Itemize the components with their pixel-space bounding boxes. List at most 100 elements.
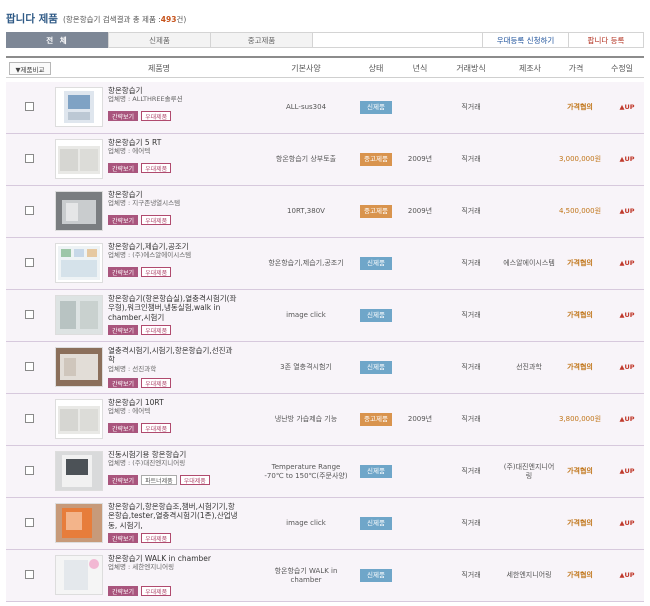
product-thumbnail[interactable]: [55, 139, 103, 179]
detail-button[interactable]: 간략보기: [108, 325, 139, 335]
detail-button[interactable]: 간략보기: [108, 111, 139, 121]
product-name[interactable]: 진동시험기용 항온항습기: [108, 450, 186, 459]
detail-button[interactable]: 간략보기: [108, 475, 139, 485]
up-button[interactable]: ▲UP: [619, 259, 634, 267]
detail-button[interactable]: 간략보기: [108, 423, 139, 433]
up-button[interactable]: ▲UP: [619, 103, 634, 111]
product-name[interactable]: 열충격시험기,시험기,항온항습기,선진과학: [108, 346, 232, 364]
table-row[interactable]: 항온항습기 업체명 : ALLTHREE솔루션 간략보기 우대제품 ALL-su…: [6, 82, 644, 134]
row-actions: 간략보기 우대제품: [108, 267, 172, 277]
maker: [501, 290, 557, 341]
preferred-button[interactable]: 우대제품: [141, 423, 172, 433]
product-thumbnail[interactable]: [55, 191, 103, 231]
compare-button[interactable]: ▼제품비교: [9, 62, 51, 75]
product-name[interactable]: 항온항습기,제습기,공조기: [108, 242, 189, 251]
product-spec: 10RT,380V: [287, 207, 325, 216]
row-checkbox[interactable]: [25, 362, 34, 371]
price-cell: 가격협의: [554, 82, 606, 133]
product-thumbnail[interactable]: [55, 399, 103, 439]
maker: [501, 82, 557, 133]
product-thumbnail[interactable]: [55, 87, 103, 127]
product-name[interactable]: 항온항습기,항온항습조,챔버,시험기기,항온항습,tester,열충격시험기(1…: [108, 502, 238, 530]
product-thumbnail[interactable]: [55, 503, 103, 543]
status-badge: 신제품: [360, 361, 392, 374]
status-badge: 신제품: [360, 309, 392, 322]
maker: 세한엔지니어링: [506, 571, 552, 580]
preferred-button[interactable]: 우대제품: [141, 267, 172, 277]
preferred-button[interactable]: 우대제품: [141, 163, 172, 173]
row-checkbox[interactable]: [25, 258, 34, 267]
tab-5[interactable]: 팝니다 등록: [568, 32, 644, 48]
row-checkbox[interactable]: [25, 154, 34, 163]
preferred-button[interactable]: 우대제품: [141, 215, 172, 225]
table-row[interactable]: 항온항습기(항온항습실),열충격시험기(좌우형),워크인챔버,냉동실험,walk…: [6, 290, 644, 342]
table-row[interactable]: 항온항습기 WALK in chamber 업체명 : 세한엔지니어링 간략보기…: [6, 550, 644, 602]
product-thumbnail[interactable]: [55, 451, 103, 491]
up-button[interactable]: ▲UP: [619, 571, 634, 579]
page-title: 팝니다 제품: [6, 13, 58, 25]
table-row[interactable]: 항온항습기,항온항습조,챔버,시험기기,항온항습,tester,열충격시험기(1…: [6, 498, 644, 550]
product-name[interactable]: 항온항습기 10RT: [108, 398, 164, 407]
product-name[interactable]: 항온항습기: [108, 86, 143, 95]
product-thumbnail[interactable]: [55, 295, 103, 335]
price-cell: 가격협의: [554, 342, 606, 393]
row-checkbox[interactable]: [25, 414, 34, 423]
detail-button[interactable]: 간략보기: [108, 533, 139, 543]
detail-button[interactable]: 간략보기: [108, 215, 139, 225]
detail-button[interactable]: 간략보기: [108, 163, 139, 173]
product-name[interactable]: 항온항습기 WALK in chamber: [108, 554, 211, 563]
table-row[interactable]: 항온항습기 업체명 : 지구존냉열시스템 간략보기 우대제품 10RT,380V…: [6, 186, 644, 238]
product-name[interactable]: 항온항습기(항온항습실),열충격시험기(좌우형),워크인챔버,냉동실험,walk…: [108, 294, 236, 322]
status-cell: 신제품: [358, 290, 394, 341]
product-name-block: 항온항습기,제습기,공조기 업체명 : (주)에스알에이시스템: [108, 242, 238, 260]
preferred-button[interactable]: 우대제품: [141, 586, 172, 596]
product-name[interactable]: 항온항습기 5 RT: [108, 138, 161, 147]
table-row[interactable]: 항온항습기 5 RT 업체명 : 에어텍 간략보기 우대제품 항온항습기 상부토…: [6, 134, 644, 186]
row-checkbox[interactable]: [25, 518, 34, 527]
up-button[interactable]: ▲UP: [619, 311, 634, 319]
up-button[interactable]: ▲UP: [619, 363, 634, 371]
preferred-button[interactable]: 우대제품: [141, 111, 172, 121]
product-year: [402, 290, 438, 341]
tab-4[interactable]: 우대등록 신청하기: [482, 32, 568, 48]
price-cell: 가격협의: [554, 550, 606, 601]
detail-button[interactable]: 간략보기: [108, 267, 139, 277]
up-button[interactable]: ▲UP: [619, 415, 634, 423]
up-button[interactable]: ▲UP: [619, 519, 634, 527]
product-thumbnail[interactable]: [55, 243, 103, 283]
product-thumbnail[interactable]: [55, 555, 103, 595]
preferred-button[interactable]: 우대제품: [141, 378, 172, 388]
price: 가격협의: [567, 363, 593, 372]
table-row[interactable]: 항온항습기,제습기,공조기 업체명 : (주)에스알에이시스템 간략보기 우대제…: [6, 238, 644, 290]
up-button[interactable]: ▲UP: [619, 467, 634, 475]
result-summary-suffix: 건): [176, 15, 187, 24]
tab-1[interactable]: 신제품: [108, 32, 210, 48]
row-checkbox[interactable]: [25, 310, 34, 319]
tab-2[interactable]: 중고제품: [210, 32, 312, 48]
up-button[interactable]: ▲UP: [619, 207, 634, 215]
product-name-block: 항온항습기,항온항습조,챔버,시험기기,항온항습,tester,열충격시험기(1…: [108, 502, 238, 530]
status-badge: 신제품: [360, 569, 392, 582]
detail-button[interactable]: 간략보기: [108, 378, 139, 388]
trade-method: 직거래: [461, 467, 481, 476]
preferred-button[interactable]: 우대제품: [141, 533, 172, 543]
row-checkbox[interactable]: [25, 466, 34, 475]
row-checkbox[interactable]: [25, 570, 34, 579]
row-checkbox[interactable]: [25, 206, 34, 215]
col-updated: 수정일: [610, 63, 634, 73]
partner-button[interactable]: 파트너제품: [141, 475, 177, 485]
product-name-block: 열충격시험기,시험기,항온항습기,선진과학 업체명 : 선진과학: [108, 346, 238, 373]
product-company: 업체명 : 선진과학: [108, 364, 157, 373]
table-row[interactable]: 열충격시험기,시험기,항온항습기,선진과학 업체명 : 선진과학 간략보기 우대…: [6, 342, 644, 394]
table-row[interactable]: 항온항습기 10RT 업체명 : 에어텍 간략보기 우대제품 냉난방 가습제습 …: [6, 394, 644, 446]
detail-button[interactable]: 간략보기: [108, 586, 139, 596]
product-company: 업체명 : (주)대진엔지니어링: [108, 459, 186, 468]
product-thumbnail[interactable]: [55, 347, 103, 387]
tab-0[interactable]: 전 체: [6, 32, 108, 48]
preferred-button[interactable]: 우대제품: [141, 325, 172, 335]
product-name[interactable]: 항온항습기: [108, 190, 143, 199]
preferred-button[interactable]: 우대제품: [179, 475, 210, 485]
row-checkbox[interactable]: [25, 102, 34, 111]
up-button[interactable]: ▲UP: [619, 155, 634, 163]
table-row[interactable]: 진동시험기용 항온항습기 업체명 : (주)대진엔지니어링 간략보기 파트너제품…: [6, 446, 644, 498]
